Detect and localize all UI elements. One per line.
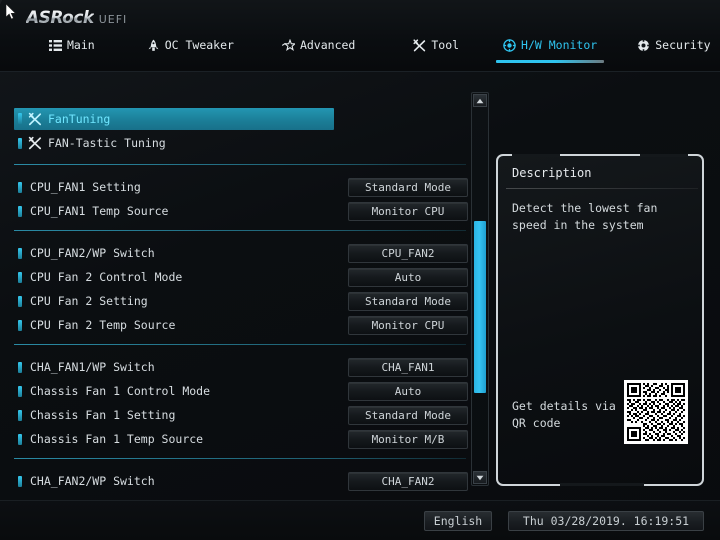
scrollbar-thumb[interactable]	[474, 221, 486, 393]
tools-icon	[28, 136, 42, 150]
footer-bar: English Thu 03/28/2019. 16:19:51	[0, 500, 720, 540]
setting-label: CPU Fan 2 Control Mode	[30, 270, 183, 284]
tab-advanced-label: Advanced	[299, 38, 356, 52]
tab-security[interactable]: Security	[628, 32, 719, 58]
setting-label: CPU_FAN2/WP Switch	[30, 246, 155, 260]
setting-label: CHA_FAN2/WP Switch	[30, 474, 155, 488]
row-marker	[18, 181, 22, 193]
row-marker	[18, 271, 22, 283]
uefi-setup-screen: ASRock UEFI Main OC Tweaker Advanced Too…	[0, 0, 720, 540]
tab-oc-tweaker[interactable]: OC Tweaker	[138, 32, 243, 58]
setting-value-cpu-fan2-wp-switch[interactable]: CPU_FAN2	[348, 244, 468, 263]
row-marker	[18, 385, 22, 397]
row-marker	[18, 113, 22, 124]
brand-suffix: UEFI	[98, 13, 128, 26]
panel-notch-bottom	[560, 483, 644, 486]
tab-main[interactable]: Main	[40, 32, 104, 58]
setting-label: FAN-Tastic Tuning	[48, 136, 166, 150]
brand-logo: ASRock UEFI	[26, 8, 127, 28]
rocket-icon	[148, 39, 159, 51]
main-navigation-tabs: Main OC Tweaker Advanced Tool H/W Monito…	[0, 30, 720, 63]
row-marker	[18, 205, 22, 217]
row-marker	[18, 475, 22, 487]
chevron-down-icon	[476, 475, 484, 480]
content-area: FanTuning FAN-Tastic Tuning CPU_FAN1 Set…	[0, 72, 720, 500]
section-divider	[14, 344, 466, 345]
panel-notch-right	[640, 154, 688, 157]
description-title: Description	[512, 166, 592, 180]
setting-value-chassis-fan1-control-mode[interactable]: Auto	[348, 382, 468, 401]
setting-value-cpu-fan1-temp-source[interactable]: Monitor CPU	[348, 202, 468, 221]
description-separator	[506, 188, 698, 189]
mouse-cursor	[6, 4, 17, 20]
list-icon	[49, 39, 62, 51]
setting-value-cpu-fan2-control-mode[interactable]: Auto	[348, 268, 468, 287]
row-marker	[18, 247, 22, 259]
description-panel: Description Detect the lowest fan speed …	[496, 154, 704, 486]
setting-value-chassis-fan1-temp-source[interactable]: Monitor M/B	[348, 430, 468, 449]
row-marker	[18, 137, 22, 149]
chevron-up-icon	[476, 98, 484, 103]
row-marker	[18, 361, 22, 373]
scroll-up-button[interactable]	[473, 94, 487, 107]
setting-value-cpu-fan2-setting[interactable]: Standard Mode	[348, 292, 468, 311]
setting-label: CPU Fan 2 Setting	[30, 294, 148, 308]
shield-icon	[637, 38, 651, 52]
setting-label: Chassis Fan 1 Control Mode	[30, 384, 211, 398]
settings-scrollbar[interactable]	[471, 92, 489, 486]
setting-label: CPU Fan 2 Temp Source	[30, 318, 176, 332]
qr-code-image	[624, 380, 688, 444]
language-button[interactable]: English	[424, 511, 492, 531]
row-marker	[18, 433, 22, 445]
tab-advanced[interactable]: Advanced	[273, 32, 364, 58]
tab-tool-label: Tool	[431, 38, 460, 52]
tools-icon	[28, 112, 42, 126]
tab-tool[interactable]: Tool	[404, 32, 468, 58]
setting-row-fan-tastic-tuning[interactable]: FAN-Tastic Tuning	[0, 132, 466, 154]
setting-value-cha-fan2-wp-switch[interactable]: CHA_FAN2	[348, 472, 468, 491]
setting-value-chassis-fan1-setting[interactable]: Standard Mode	[348, 406, 468, 425]
tab-oc-tweaker-label: OC Tweaker	[164, 38, 234, 52]
row-marker	[18, 295, 22, 307]
active-tab-underline	[496, 60, 605, 63]
setting-value-cha-fan1-wp-switch[interactable]: CHA_FAN1	[348, 358, 468, 377]
setting-label: CHA_FAN1/WP Switch	[30, 360, 155, 374]
tab-hw-monitor[interactable]: H/W Monitor	[494, 32, 606, 63]
qr-label: Get details via QR code	[512, 399, 616, 430]
setting-value-cpu-fan1-setting[interactable]: Standard Mode	[348, 178, 468, 197]
section-divider	[14, 230, 466, 231]
tools-icon	[413, 38, 426, 51]
star-icon	[281, 38, 295, 51]
setting-label: Chassis Fan 1 Setting	[30, 408, 176, 422]
datetime-display[interactable]: Thu 03/28/2019. 16:19:51	[508, 511, 704, 531]
section-divider	[14, 458, 466, 459]
row-marker	[18, 319, 22, 331]
brand-name: ASRock	[26, 8, 94, 28]
tab-hw-monitor-label: H/W Monitor	[521, 38, 598, 52]
scroll-down-button[interactable]	[473, 471, 487, 484]
setting-label: CPU_FAN1 Temp Source	[30, 204, 169, 218]
monitor-icon	[503, 38, 516, 52]
row-marker	[18, 409, 22, 421]
setting-label: CPU_FAN1 Setting	[30, 180, 141, 194]
header-bar: ASRock UEFI Main OC Tweaker Advanced Too…	[0, 0, 720, 72]
section-divider	[14, 164, 466, 165]
description-text: Detect the lowest fan speed in the syste…	[512, 201, 658, 232]
setting-label: Chassis Fan 1 Temp Source	[30, 432, 204, 446]
setting-label: FanTuning	[48, 112, 111, 126]
setting-row-fantuning[interactable]: FanTuning	[14, 108, 334, 130]
settings-list: FanTuning FAN-Tastic Tuning CPU_FAN1 Set…	[0, 72, 468, 492]
tab-main-label: Main	[67, 38, 95, 52]
tab-security-label: Security	[655, 38, 711, 52]
setting-value-cpu-fan2-temp-source[interactable]: Monitor CPU	[348, 316, 468, 335]
panel-notch-left	[512, 154, 560, 157]
